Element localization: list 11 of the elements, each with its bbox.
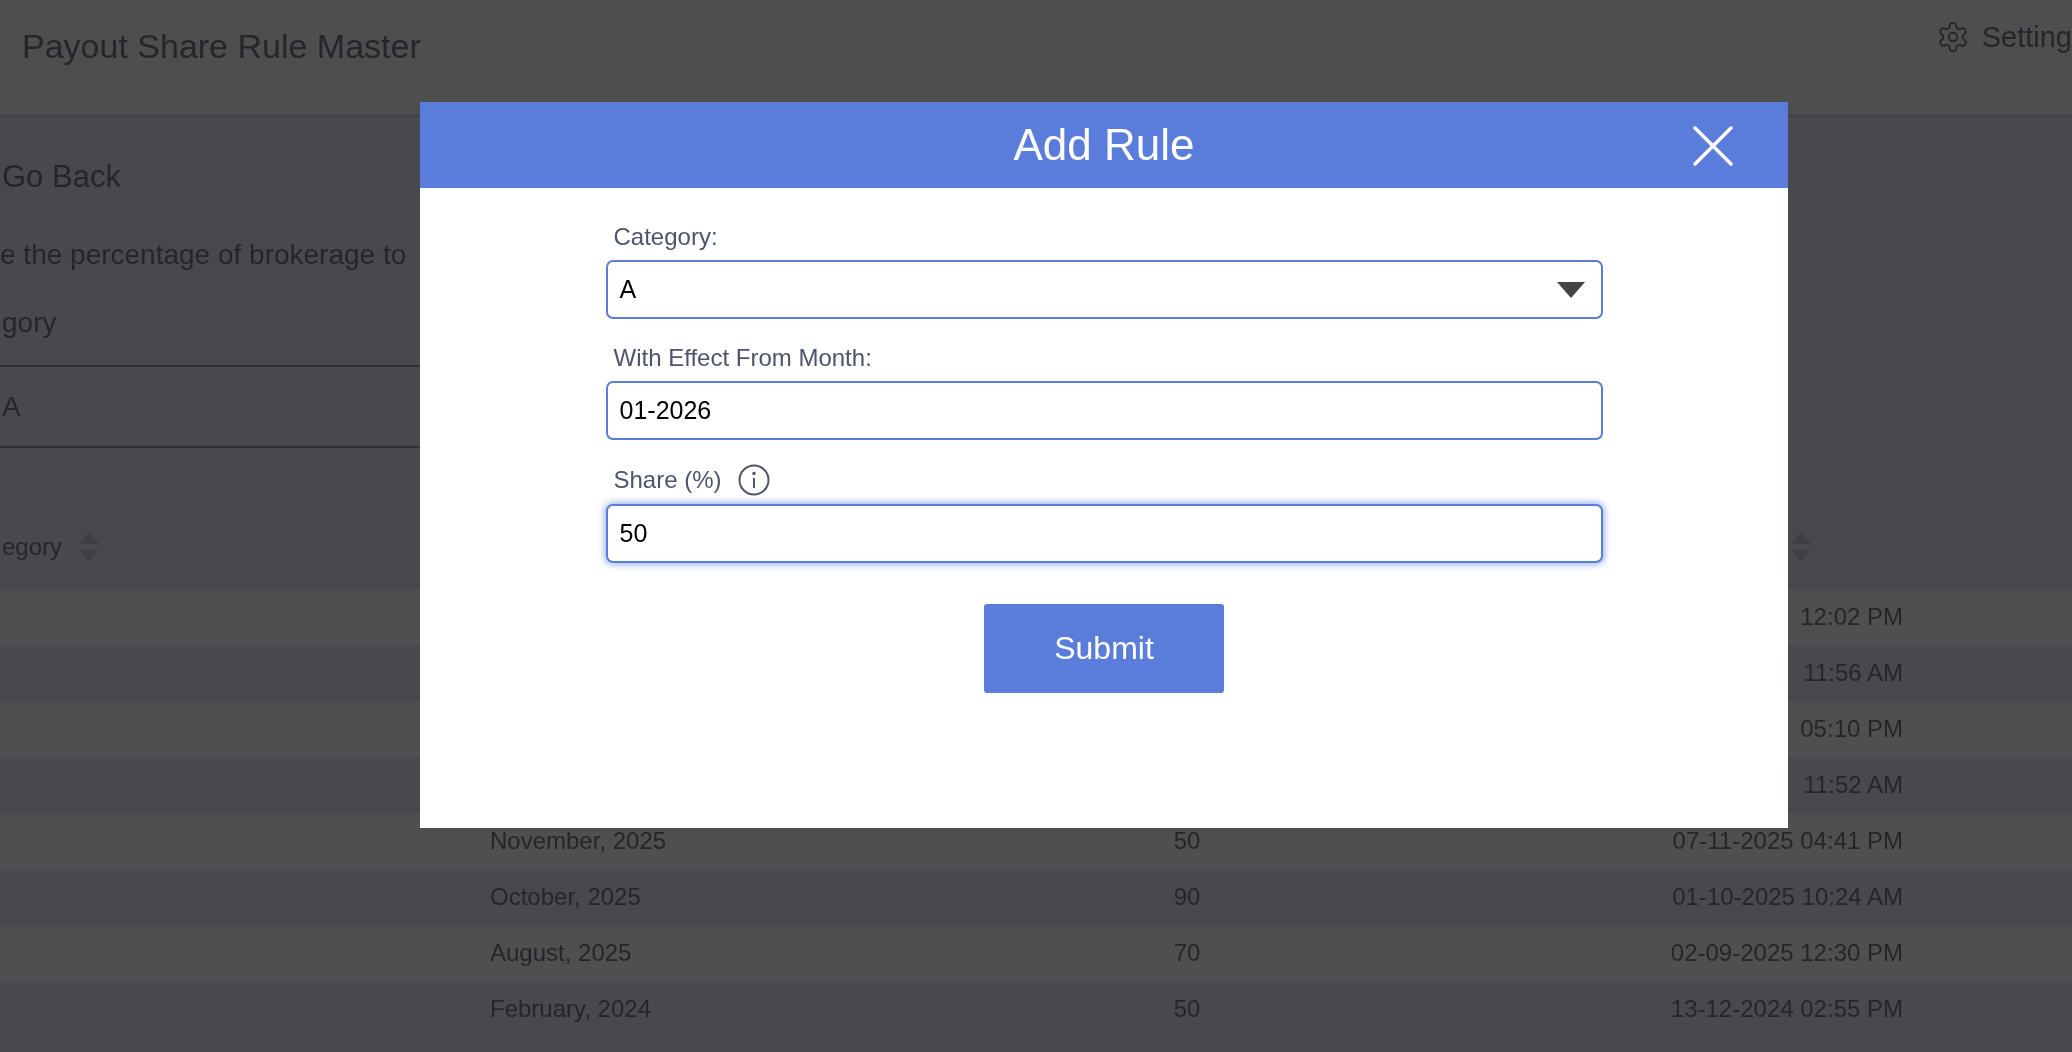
field-label: Share (%) xyxy=(613,466,722,494)
field-label: Category: xyxy=(613,223,718,251)
field-label: With Effect From Month: xyxy=(613,344,872,372)
submit-button[interactable]: Submit xyxy=(984,604,1224,693)
select-field[interactable]: A xyxy=(605,260,1603,319)
info-icon[interactable] xyxy=(737,464,770,496)
dialog-title: Add Rule xyxy=(1013,120,1195,170)
input-field[interactable]: 01-2026 xyxy=(605,381,1603,440)
input-field[interactable]: 50 xyxy=(605,504,1603,563)
close-button[interactable] xyxy=(1692,125,1734,167)
caret-icon xyxy=(1556,281,1585,298)
